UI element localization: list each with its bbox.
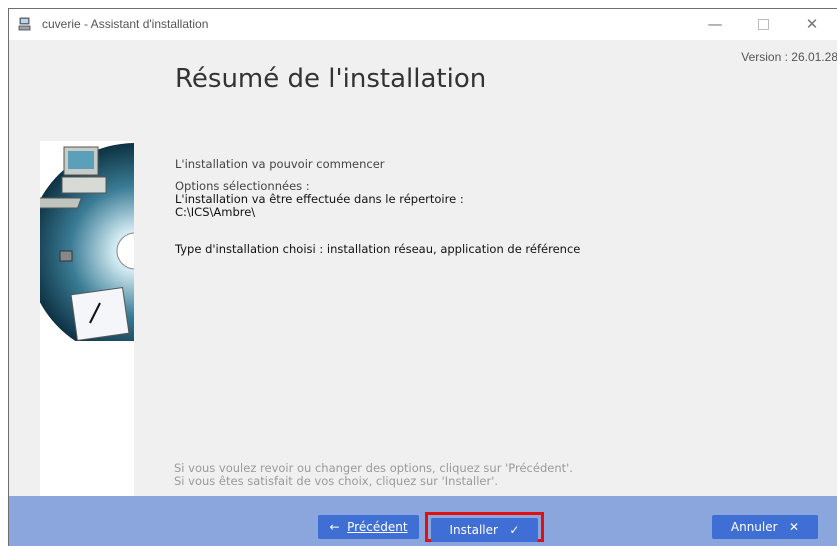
- hint-back: Si vous voulez revoir ou changer des opt…: [174, 461, 573, 475]
- minimize-button[interactable]: —: [706, 15, 724, 33]
- directory-path: C:\ICS\Ambre\: [175, 205, 256, 219]
- summary-content: Version : 26.01.28 Résumé de l'installat…: [162, 40, 837, 496]
- previous-button-label: Précédent: [347, 520, 408, 534]
- installer-app-icon: [17, 16, 33, 32]
- options-label: Options sélectionnées :: [175, 179, 310, 193]
- button-bar: ← Précédent Installer ✓ Annuler ✕: [9, 496, 837, 546]
- cancel-button[interactable]: Annuler ✕: [712, 515, 818, 539]
- install-button[interactable]: Installer ✓: [431, 518, 538, 542]
- close-x-icon: ✕: [789, 520, 800, 534]
- side-panel: [9, 40, 162, 496]
- hint-install: Si vous êtes satisfait de vos choix, cli…: [174, 474, 499, 488]
- version-label: Version : 26.01.28: [741, 50, 837, 64]
- arrow-left-icon: ←: [329, 520, 340, 534]
- install-cd-illustration: [40, 143, 134, 341]
- page-title: Résumé de l'installation: [175, 64, 487, 94]
- previous-button[interactable]: ← Précédent: [318, 515, 419, 539]
- install-type-text: Type d'installation choisi : installatio…: [175, 242, 581, 256]
- close-button[interactable]: ✕: [803, 15, 821, 33]
- intro-text: L'installation va pouvoir commencer: [175, 157, 385, 171]
- maximize-button[interactable]: [754, 15, 772, 33]
- installer-window: cuverie - Assistant d'installation — ✕ V…: [8, 8, 837, 546]
- title-bar: cuverie - Assistant d'installation — ✕: [9, 9, 837, 40]
- cancel-button-label: Annuler: [730, 520, 778, 534]
- install-button-label: Installer: [449, 523, 498, 537]
- window-title: cuverie - Assistant d'installation: [42, 17, 209, 31]
- checkmark-icon: ✓: [509, 523, 520, 537]
